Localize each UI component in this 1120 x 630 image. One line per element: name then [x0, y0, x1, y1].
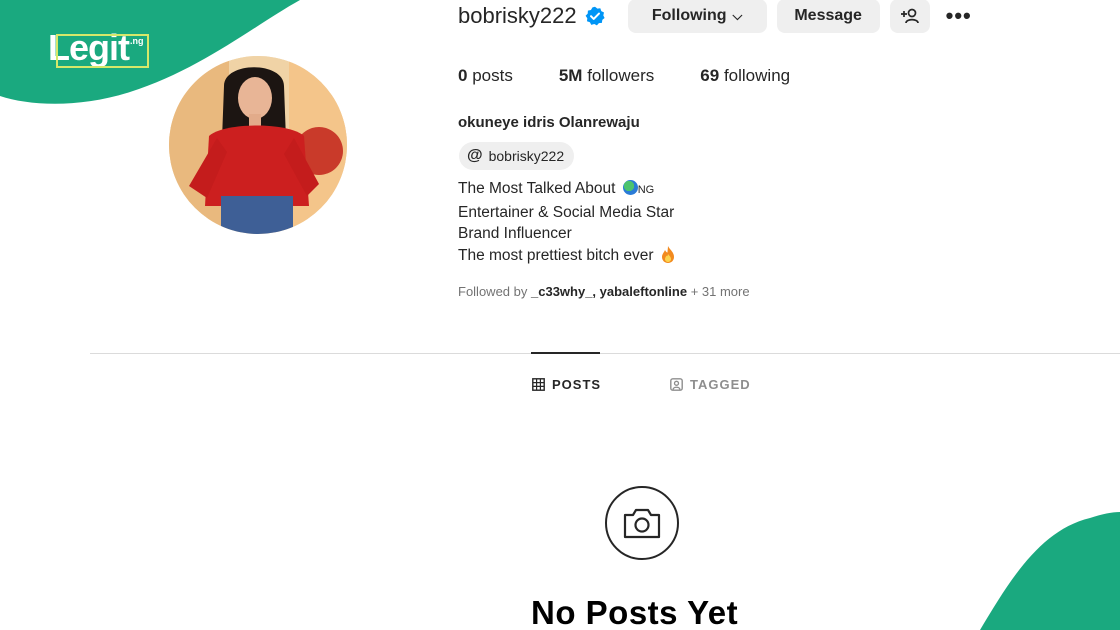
followed-by-prefix: Followed by	[458, 284, 528, 299]
following-label: following	[723, 66, 791, 85]
followers-stat[interactable]: 5M followers	[559, 66, 654, 86]
tab-tagged-label: TAGGED	[690, 377, 751, 392]
brand-corner-shape	[980, 512, 1120, 630]
fire-icon	[661, 245, 674, 263]
tagged-icon	[670, 378, 683, 391]
globe-icon	[622, 180, 638, 195]
message-button[interactable]: Message	[776, 0, 880, 33]
profile-header: bobrisky222 Following ⌵ Message •••	[458, 0, 972, 33]
add-user-icon	[900, 8, 919, 24]
bio-line-1: The Most Talked About NG	[458, 178, 675, 202]
bio-line-3: Brand Influencer	[458, 225, 572, 242]
camera-icon	[623, 508, 661, 539]
more-options-icon[interactable]: •••	[946, 3, 972, 29]
grid-icon	[532, 378, 545, 391]
followed-by-more: + 31 more	[690, 284, 750, 299]
threads-icon: @	[467, 147, 483, 164]
followers-label: followers	[587, 66, 655, 85]
empty-state-icon-wrapper	[605, 486, 679, 560]
chevron-down-icon: ⌵	[732, 8, 743, 23]
profile-stats: 0 posts 5M followers 69 following	[458, 66, 836, 86]
profile-bio: The Most Talked About NG Entertainer & S…	[458, 178, 675, 266]
message-button-label: Message	[794, 7, 862, 24]
empty-state-title: No Posts Yet	[531, 594, 739, 630]
suggest-users-button[interactable]	[889, 0, 930, 33]
bio-line-1-suffix: NG	[637, 184, 655, 196]
username: bobrisky222	[458, 3, 577, 28]
followed-by-users: _c33why_, yabaleftonline	[531, 284, 688, 299]
following-button[interactable]: Following ⌵	[627, 0, 767, 33]
bio-line-1-text: The Most Talked About	[458, 180, 616, 197]
posts-label: posts	[472, 66, 513, 85]
verified-badge-icon	[585, 6, 605, 26]
followed-by[interactable]: Followed by _c33why_, yabaleftonline + 3…	[458, 284, 750, 299]
tab-posts[interactable]: POSTS	[532, 377, 601, 392]
full-name: okuneye idris Olanrewaju	[458, 114, 640, 131]
bio-line-2: Entertainer & Social Media Star	[458, 203, 675, 221]
following-stat[interactable]: 69 following	[700, 66, 790, 86]
avatar-photo	[169, 56, 347, 234]
tab-tagged[interactable]: TAGGED	[670, 377, 751, 392]
threads-link[interactable]: @ bobrisky222	[459, 142, 575, 170]
legit-logo: Legit .ng	[48, 30, 149, 68]
following-count: 69	[700, 66, 720, 85]
following-button-label: Following	[651, 7, 727, 24]
logo-frame	[56, 34, 149, 68]
profile-avatar[interactable]	[169, 56, 347, 234]
tab-posts-label: POSTS	[552, 377, 602, 392]
posts-stat: 0 posts	[458, 66, 513, 86]
posts-count: 0	[458, 66, 468, 85]
tabs-divider	[90, 353, 1120, 354]
threads-handle: bobrisky222	[488, 148, 565, 164]
bio-line-4-text: The most prettiest bitch ever	[458, 246, 654, 264]
active-tab-indicator	[531, 352, 600, 354]
followers-count: 5M	[558, 66, 583, 85]
bio-line-4: The most prettiest bitch ever	[458, 245, 675, 267]
